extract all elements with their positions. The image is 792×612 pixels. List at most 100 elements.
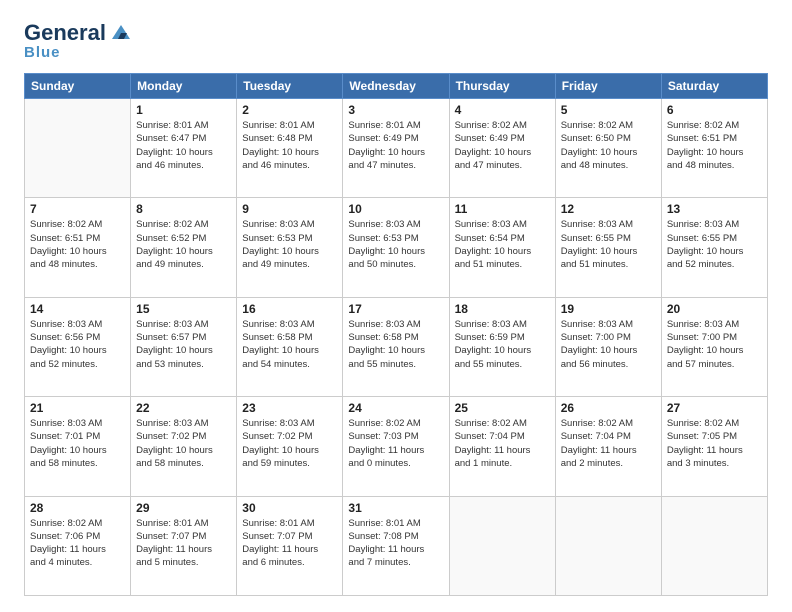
weekday-header-monday: Monday	[131, 74, 237, 99]
day-info: Sunrise: 8:03 AM Sunset: 6:55 PM Dayligh…	[561, 218, 656, 271]
day-info: Sunrise: 8:01 AM Sunset: 6:49 PM Dayligh…	[348, 119, 443, 172]
day-number: 16	[242, 302, 337, 316]
calendar-week-row: 7 Sunrise: 8:02 AM Sunset: 6:51 PM Daylig…	[25, 198, 768, 297]
calendar-cell: 5 Sunrise: 8:02 AM Sunset: 6:50 PM Daylig…	[555, 99, 661, 198]
day-number: 18	[455, 302, 550, 316]
day-number: 28	[30, 501, 125, 515]
day-info: Sunrise: 8:03 AM Sunset: 7:00 PM Dayligh…	[561, 318, 656, 371]
calendar-cell: 9Sunrise: 8:03 AM Sunset: 6:53 PM Daylig…	[237, 198, 343, 297]
weekday-header-thursday: Thursday	[449, 74, 555, 99]
day-number: 19	[561, 302, 656, 316]
calendar-cell: 19 Sunrise: 8:03 AM Sunset: 7:00 PM Dayli…	[555, 297, 661, 396]
day-info: Sunrise: 8:02 AM Sunset: 7:04 PM Dayligh…	[561, 417, 656, 470]
day-info: Sunrise: 8:03 AM Sunset: 7:02 PM Dayligh…	[136, 417, 231, 470]
day-number: 29	[136, 501, 231, 515]
logo-general: General	[24, 20, 106, 46]
calendar-cell	[555, 496, 661, 595]
day-info: Sunrise: 8:03 AM Sunset: 6:55 PM Dayligh…	[667, 218, 762, 271]
day-number: 15	[136, 302, 231, 316]
calendar-cell: 8 Sunrise: 8:02 AM Sunset: 6:52 PM Daylig…	[131, 198, 237, 297]
day-number: 24	[348, 401, 443, 415]
weekday-header-saturday: Saturday	[661, 74, 767, 99]
day-info: Sunrise: 8:02 AM Sunset: 6:50 PM Dayligh…	[561, 119, 656, 172]
day-number: 22	[136, 401, 231, 415]
day-number: 20	[667, 302, 762, 316]
calendar-cell	[25, 99, 131, 198]
calendar-cell: 24 Sunrise: 8:02 AM Sunset: 7:03 PM Dayli…	[343, 397, 449, 496]
day-info: Sunrise: 8:03 AM Sunset: 6:53 PM Dayligh…	[242, 218, 337, 271]
logo: General Blue	[24, 20, 132, 61]
day-number: 12	[561, 202, 656, 216]
calendar-cell: 12 Sunrise: 8:03 AM Sunset: 6:55 PM Dayli…	[555, 198, 661, 297]
day-number: 27	[667, 401, 762, 415]
calendar-cell	[449, 496, 555, 595]
weekday-header-wednesday: Wednesday	[343, 74, 449, 99]
weekday-header-row: SundayMondayTuesdayWednesdayThursdayFrid…	[25, 74, 768, 99]
day-number: 5	[561, 103, 656, 117]
day-number: 8	[136, 202, 231, 216]
calendar-week-row: 21Sunrise: 8:03 AM Sunset: 7:01 PM Dayli…	[25, 397, 768, 496]
day-number: 21	[30, 401, 125, 415]
calendar-cell: 29 Sunrise: 8:01 AM Sunset: 7:07 PM Dayli…	[131, 496, 237, 595]
day-info: Sunrise: 8:03 AM Sunset: 6:57 PM Dayligh…	[136, 318, 231, 371]
day-info: Sunrise: 8:02 AM Sunset: 6:49 PM Dayligh…	[455, 119, 550, 172]
day-number: 10	[348, 202, 443, 216]
day-number: 25	[455, 401, 550, 415]
calendar-cell: 30 Sunrise: 8:01 AM Sunset: 7:07 PM Dayli…	[237, 496, 343, 595]
weekday-header-tuesday: Tuesday	[237, 74, 343, 99]
calendar-cell: 23Sunrise: 8:03 AM Sunset: 7:02 PM Dayli…	[237, 397, 343, 496]
day-info: Sunrise: 8:02 AM Sunset: 6:52 PM Dayligh…	[136, 218, 231, 271]
calendar-cell: 11Sunrise: 8:03 AM Sunset: 6:54 PM Dayli…	[449, 198, 555, 297]
calendar-cell: 25 Sunrise: 8:02 AM Sunset: 7:04 PM Dayli…	[449, 397, 555, 496]
calendar-cell: 3 Sunrise: 8:01 AM Sunset: 6:49 PM Daylig…	[343, 99, 449, 198]
day-info: Sunrise: 8:03 AM Sunset: 7:02 PM Dayligh…	[242, 417, 337, 470]
calendar-cell: 7 Sunrise: 8:02 AM Sunset: 6:51 PM Daylig…	[25, 198, 131, 297]
day-info: Sunrise: 8:01 AM Sunset: 7:07 PM Dayligh…	[136, 517, 231, 570]
day-info: Sunrise: 8:03 AM Sunset: 6:56 PM Dayligh…	[30, 318, 125, 371]
calendar-cell: 4Sunrise: 8:02 AM Sunset: 6:49 PM Daylig…	[449, 99, 555, 198]
calendar-week-row: 14Sunrise: 8:03 AM Sunset: 6:56 PM Dayli…	[25, 297, 768, 396]
calendar-cell: 6 Sunrise: 8:02 AM Sunset: 6:51 PM Daylig…	[661, 99, 767, 198]
calendar-cell: 1 Sunrise: 8:01 AM Sunset: 6:47 PM Daylig…	[131, 99, 237, 198]
logo-blue: Blue	[24, 44, 61, 61]
day-info: Sunrise: 8:01 AM Sunset: 7:07 PM Dayligh…	[242, 517, 337, 570]
calendar-cell: 26 Sunrise: 8:02 AM Sunset: 7:04 PM Dayli…	[555, 397, 661, 496]
day-number: 2	[242, 103, 337, 117]
day-number: 7	[30, 202, 125, 216]
calendar-cell: 17Sunrise: 8:03 AM Sunset: 6:58 PM Dayli…	[343, 297, 449, 396]
calendar-cell: 14Sunrise: 8:03 AM Sunset: 6:56 PM Dayli…	[25, 297, 131, 396]
logo-icon	[110, 23, 132, 41]
day-number: 13	[667, 202, 762, 216]
day-number: 3	[348, 103, 443, 117]
weekday-header-sunday: Sunday	[25, 74, 131, 99]
day-info: Sunrise: 8:03 AM Sunset: 6:54 PM Dayligh…	[455, 218, 550, 271]
day-number: 6	[667, 103, 762, 117]
calendar-cell: 28Sunrise: 8:02 AM Sunset: 7:06 PM Dayli…	[25, 496, 131, 595]
page: General Blue SundayMondayTuesdayWednesda…	[0, 0, 792, 612]
day-info: Sunrise: 8:01 AM Sunset: 7:08 PM Dayligh…	[348, 517, 443, 570]
day-number: 26	[561, 401, 656, 415]
calendar-cell: 15 Sunrise: 8:03 AM Sunset: 6:57 PM Dayli…	[131, 297, 237, 396]
weekday-header-friday: Friday	[555, 74, 661, 99]
day-info: Sunrise: 8:02 AM Sunset: 7:05 PM Dayligh…	[667, 417, 762, 470]
day-info: Sunrise: 8:03 AM Sunset: 7:00 PM Dayligh…	[667, 318, 762, 371]
day-number: 31	[348, 501, 443, 515]
day-number: 30	[242, 501, 337, 515]
day-info: Sunrise: 8:02 AM Sunset: 6:51 PM Dayligh…	[30, 218, 125, 271]
day-info: Sunrise: 8:03 AM Sunset: 6:58 PM Dayligh…	[242, 318, 337, 371]
day-info: Sunrise: 8:01 AM Sunset: 6:48 PM Dayligh…	[242, 119, 337, 172]
day-number: 1	[136, 103, 231, 117]
calendar-cell: 10Sunrise: 8:03 AM Sunset: 6:53 PM Dayli…	[343, 198, 449, 297]
day-info: Sunrise: 8:01 AM Sunset: 6:47 PM Dayligh…	[136, 119, 231, 172]
day-info: Sunrise: 8:02 AM Sunset: 7:03 PM Dayligh…	[348, 417, 443, 470]
day-info: Sunrise: 8:02 AM Sunset: 7:04 PM Dayligh…	[455, 417, 550, 470]
calendar-table: SundayMondayTuesdayWednesdayThursdayFrid…	[24, 73, 768, 596]
calendar-week-row: 1 Sunrise: 8:01 AM Sunset: 6:47 PM Daylig…	[25, 99, 768, 198]
day-info: Sunrise: 8:02 AM Sunset: 6:51 PM Dayligh…	[667, 119, 762, 172]
calendar-cell: 18 Sunrise: 8:03 AM Sunset: 6:59 PM Dayli…	[449, 297, 555, 396]
calendar-cell: 2 Sunrise: 8:01 AM Sunset: 6:48 PM Daylig…	[237, 99, 343, 198]
day-info: Sunrise: 8:03 AM Sunset: 6:59 PM Dayligh…	[455, 318, 550, 371]
calendar-cell: 20 Sunrise: 8:03 AM Sunset: 7:00 PM Dayli…	[661, 297, 767, 396]
calendar-cell: 22 Sunrise: 8:03 AM Sunset: 7:02 PM Dayli…	[131, 397, 237, 496]
calendar-cell: 13 Sunrise: 8:03 AM Sunset: 6:55 PM Dayli…	[661, 198, 767, 297]
